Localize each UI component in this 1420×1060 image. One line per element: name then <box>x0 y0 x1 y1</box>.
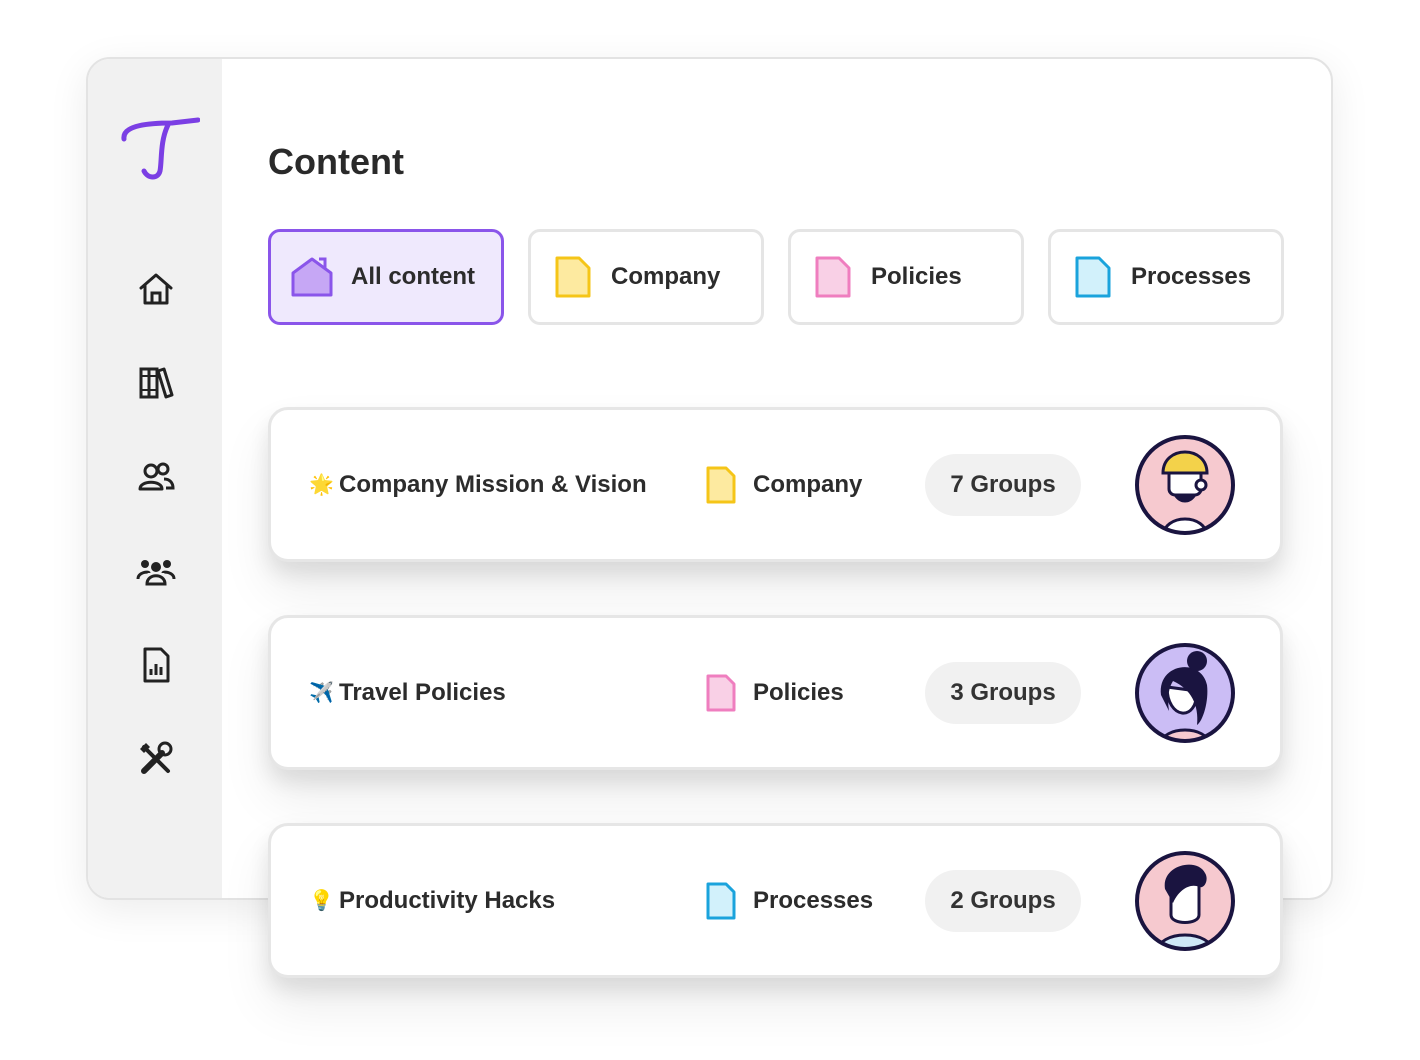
users-icon[interactable] <box>134 455 178 499</box>
tab-company[interactable]: Company <box>528 229 764 325</box>
document-icon <box>706 466 736 503</box>
tab-label: Processes <box>1131 263 1252 290</box>
document-icon <box>1075 256 1111 298</box>
tab-processes[interactable]: Processes <box>1048 229 1284 325</box>
list-item[interactable]: ✈️ Travel Policies Policies 3 Groups <box>268 615 1283 770</box>
list-item[interactable]: 💡 Productivity Hacks Processes 2 Groups <box>268 823 1283 978</box>
library-icon[interactable] <box>134 361 178 405</box>
sidebar <box>88 59 222 898</box>
document-icon <box>706 882 736 919</box>
document-icon <box>815 256 851 298</box>
item-title-text: Company Mission & Vision <box>339 470 647 498</box>
home-icon <box>291 257 333 297</box>
item-category: Company <box>705 466 862 504</box>
groups-badge[interactable]: 7 Groups <box>925 453 1081 516</box>
item-title: 💡 Productivity Hacks <box>309 887 555 915</box>
lightbulb-icon: 💡 <box>309 890 334 912</box>
item-category-label: Company <box>753 470 863 498</box>
tab-label: All content <box>351 263 475 290</box>
item-category: Policies <box>705 674 844 712</box>
document-icon <box>706 674 736 711</box>
star-icon: 🌟 <box>309 474 334 496</box>
tab-policies[interactable]: Policies <box>788 229 1024 325</box>
tools-icon[interactable] <box>134 737 178 781</box>
groups-badge[interactable]: 3 Groups <box>925 661 1081 724</box>
item-title-text: Travel Policies <box>339 678 506 706</box>
list-item[interactable]: 🌟 Company Mission & Vision Company 7 Gro… <box>268 407 1283 562</box>
item-category-label: Processes <box>753 886 874 914</box>
home-icon[interactable] <box>134 267 178 311</box>
item-title-text: Productivity Hacks <box>339 886 556 914</box>
item-category: Processes <box>705 882 873 920</box>
tab-label: Policies <box>871 263 962 290</box>
page-title: Content <box>268 141 404 182</box>
avatar[interactable] <box>1133 433 1237 537</box>
groups-icon[interactable] <box>134 549 178 593</box>
item-title: ✈️ Travel Policies <box>309 679 506 707</box>
brand-logo[interactable] <box>120 115 201 181</box>
report-icon[interactable] <box>134 643 178 687</box>
item-title: 🌟 Company Mission & Vision <box>309 471 647 499</box>
tab-all-content[interactable]: All content <box>268 229 504 325</box>
item-category-label: Policies <box>753 678 844 706</box>
groups-badge[interactable]: 2 Groups <box>925 869 1081 932</box>
document-icon <box>555 256 591 298</box>
tab-label: Company <box>611 263 721 290</box>
avatar[interactable] <box>1133 641 1237 745</box>
avatar[interactable] <box>1133 849 1237 953</box>
airplane-icon: ✈️ <box>309 682 334 704</box>
